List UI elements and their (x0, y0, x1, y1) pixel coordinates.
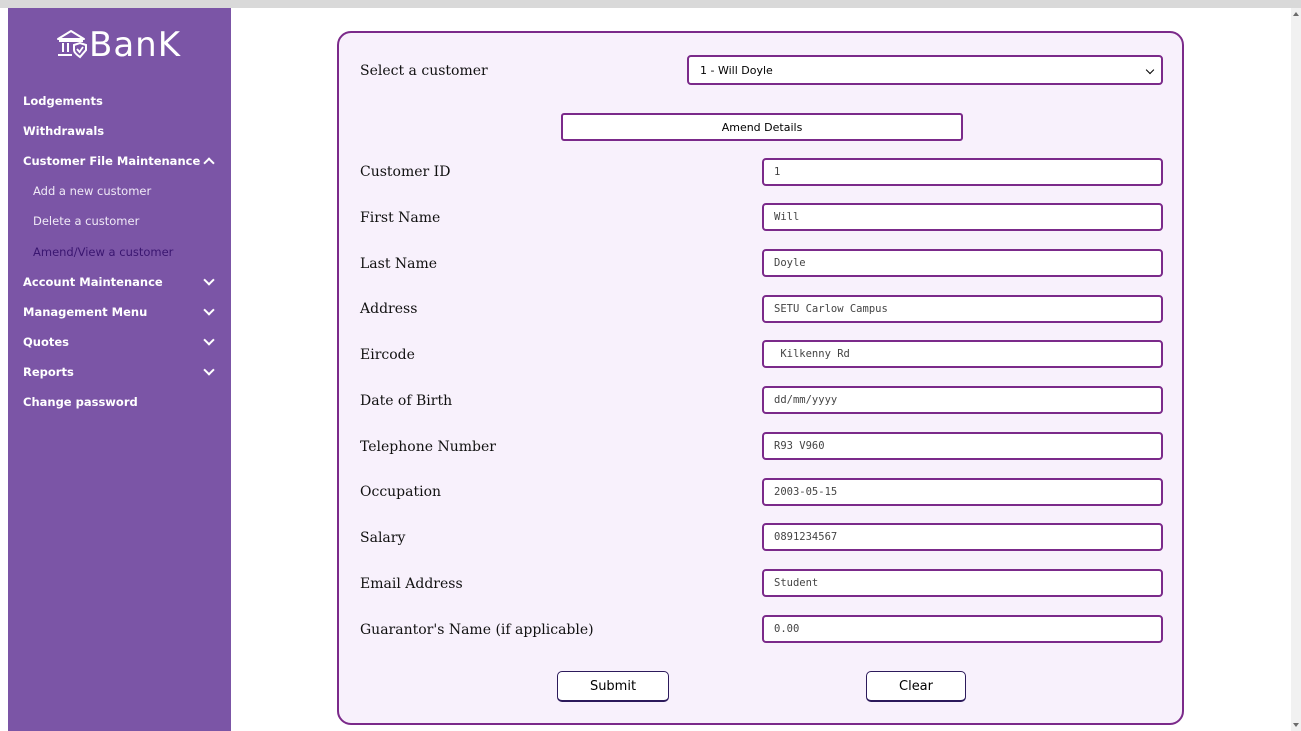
sidebar: BanK Lodgements Withdrawals Customer Fil… (8, 8, 231, 731)
sidebar-item-label: Withdrawals (23, 124, 105, 139)
date-of-birth-label: Date of Birth (360, 393, 453, 409)
customer-id-field[interactable]: 1 (762, 158, 1163, 186)
chevron-down-icon (203, 334, 215, 346)
sidebar-item-management-menu[interactable]: Management Menu (8, 297, 231, 327)
sidebar-item-label: Customer File Maintenance (23, 154, 201, 169)
sidebar-item-add-customer[interactable]: Add a new customer (8, 176, 231, 206)
sidebar-item-label: Quotes (23, 334, 70, 349)
occupation-field[interactable]: 2003-05-15 (762, 478, 1163, 506)
chevron-up-icon (203, 157, 215, 169)
sidebar-item-quotes[interactable]: Quotes (8, 327, 231, 357)
guarantor-name-label: Guarantor's Name (if applicable) (360, 622, 594, 638)
eircode-label: Eircode (360, 347, 415, 363)
sidebar-item-customer-file-maintenance[interactable]: Customer File Maintenance (8, 146, 231, 176)
last-name-field[interactable]: Doyle (762, 249, 1163, 277)
last-name-label: Last Name (360, 256, 438, 272)
select-customer-label: Select a customer (360, 63, 488, 79)
sidebar-nav: Lodgements Withdrawals Customer File Mai… (8, 86, 231, 417)
telephone-number-field[interactable]: R93 V960 (762, 432, 1163, 460)
amend-details-button[interactable]: Amend Details (561, 113, 963, 141)
customer-select-value: 1 - Will Doyle (700, 63, 773, 77)
sidebar-item-label: Account Maintenance (23, 274, 163, 289)
submit-button[interactable]: Submit (557, 671, 669, 702)
sidebar-item-change-password[interactable]: Change password (8, 387, 231, 417)
sidebar-item-amend-customer[interactable]: Amend/View a customer (8, 236, 231, 266)
bank-building-icon (55, 27, 87, 63)
customer-select[interactable]: 1 - Will Doyle (687, 55, 1163, 85)
chevron-down-icon (203, 273, 215, 286)
sidebar-item-label: Delete a customer (33, 214, 140, 229)
sidebar-item-label: Add a new customer (33, 184, 152, 199)
email-address-field[interactable]: Student (762, 569, 1163, 597)
customer-id-label: Customer ID (360, 164, 451, 180)
sidebar-item-delete-customer[interactable]: Delete a customer (8, 206, 231, 236)
clear-button[interactable]: Clear (866, 671, 966, 702)
guarantor-name-field[interactable]: 0.00 (762, 615, 1163, 643)
scroll-up-icon[interactable] (1293, 12, 1299, 16)
sidebar-item-reports[interactable]: Reports (8, 357, 231, 387)
sidebar-item-label: Amend/View a customer (33, 244, 174, 259)
sidebar-item-label: Management Menu (23, 304, 148, 319)
first-name-field[interactable]: Will (762, 203, 1163, 231)
chevron-down-icon (203, 304, 215, 316)
salary-label: Salary (360, 530, 406, 546)
eircode-field[interactable]: Kilkenny Rd (762, 340, 1163, 368)
sidebar-item-label: Lodgements (23, 94, 103, 109)
sidebar-item-lodgements[interactable]: Lodgements (8, 86, 231, 116)
sidebar-item-label: Reports (23, 364, 74, 379)
date-of-birth-field[interactable]: dd/mm/yyyy (762, 386, 1163, 414)
address-label: Address (360, 301, 418, 317)
logo-text: BanK (89, 25, 182, 65)
first-name-label: First Name (360, 210, 441, 226)
chevron-down-icon (1145, 65, 1155, 75)
address-field[interactable]: SETU Carlow Campus (762, 295, 1163, 323)
email-address-label: Email Address (360, 576, 463, 592)
sidebar-item-label: Change password (23, 394, 138, 409)
window-top-edge (0, 0, 1301, 8)
chevron-down-icon (203, 364, 215, 376)
occupation-label: Occupation (360, 484, 442, 500)
scroll-down-icon[interactable] (1293, 723, 1299, 727)
sidebar-item-account-maintenance[interactable]: Account Maintenance (8, 267, 231, 297)
vertical-scrollbar[interactable] (1291, 8, 1301, 731)
amend-customer-form: Select a customer 1 - Will Doyle Amend D… (337, 31, 1184, 725)
telephone-number-label: Telephone Number (360, 439, 496, 455)
sidebar-item-withdrawals[interactable]: Withdrawals (8, 116, 231, 146)
salary-field[interactable]: 0891234567 (762, 523, 1163, 551)
bank-logo[interactable]: BanK (55, 20, 181, 70)
